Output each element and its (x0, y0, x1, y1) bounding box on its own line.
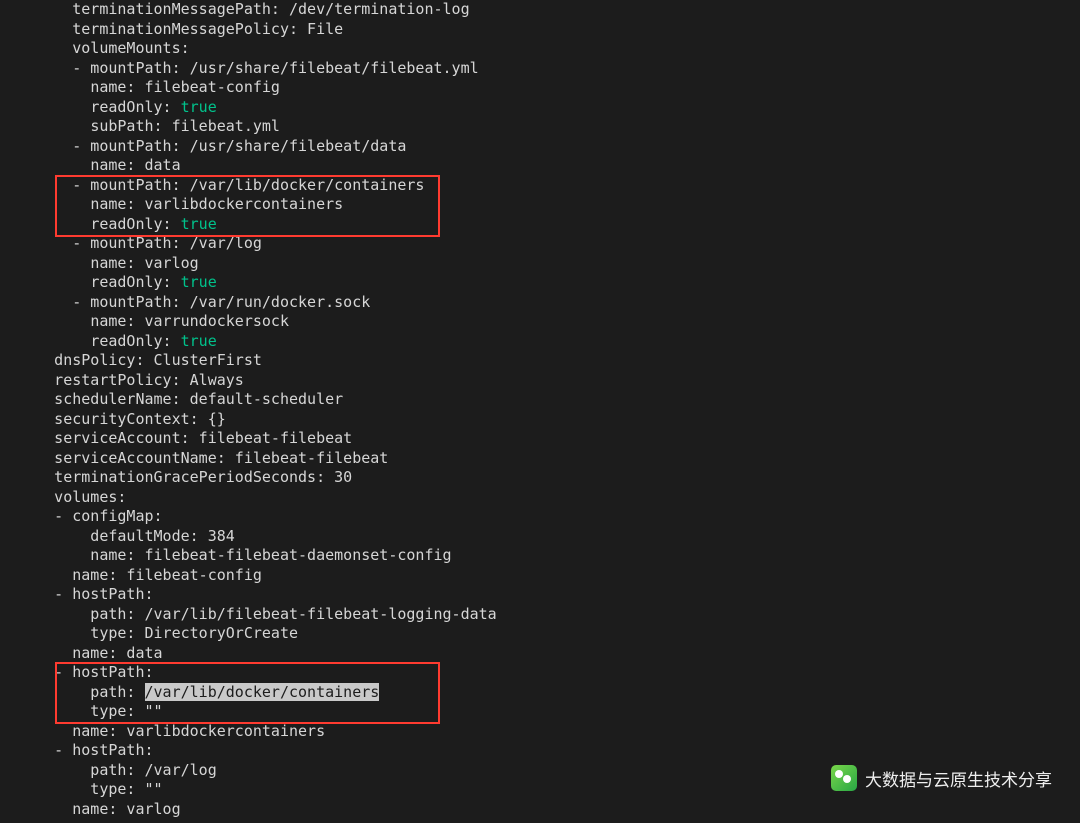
code-line: readOnly: true (0, 273, 217, 291)
code-line: readOnly: true (0, 98, 217, 116)
code-line: - hostPath: (0, 585, 154, 603)
code-line: terminationGracePeriodSeconds: 30 (0, 468, 352, 486)
code-line: path: /var/lib/docker/containers (0, 683, 379, 701)
keyword-true: true (181, 332, 217, 350)
code-line: - mountPath: /var/log (0, 234, 262, 252)
code-line: name: data (0, 644, 163, 662)
code-line: - hostPath: (0, 663, 154, 681)
code-line: - mountPath: /usr/share/filebeat/data (0, 137, 406, 155)
code-line: - hostPath: (0, 741, 154, 759)
code-line: name: varlog (0, 254, 199, 272)
code-line: serviceAccount: filebeat-filebeat (0, 429, 352, 447)
code-line: volumes: (0, 488, 126, 506)
code-line: volumeMounts: (0, 39, 190, 57)
code-line: type: "" (0, 780, 163, 798)
keyword-true: true (181, 215, 217, 233)
keyword-true: true (181, 273, 217, 291)
code-line: - mountPath: /var/lib/docker/containers (0, 176, 424, 194)
code-line: readOnly: true (0, 215, 217, 233)
code-line: path: /var/log (0, 761, 217, 779)
code-line: serviceAccountName: filebeat-filebeat (0, 449, 388, 467)
code-line: type: DirectoryOrCreate (0, 624, 298, 642)
code-line: schedulerName: default-scheduler (0, 390, 343, 408)
yaml-code-block: terminationMessagePath: /dev/termination… (0, 0, 497, 819)
code-line: - mountPath: /usr/share/filebeat/filebea… (0, 59, 479, 77)
code-line: name: varlibdockercontainers (0, 722, 325, 740)
code-line: subPath: filebeat.yml (0, 117, 280, 135)
code-line: terminationMessagePath: /dev/termination… (0, 0, 470, 18)
code-line: name: varlog (0, 800, 181, 818)
watermark: 大数据与云原生技术分享 (831, 765, 1052, 791)
code-line: defaultMode: 384 (0, 527, 235, 545)
code-line: securityContext: {} (0, 410, 226, 428)
code-line: path: /var/lib/filebeat-filebeat-logging… (0, 605, 497, 623)
code-line: readOnly: true (0, 332, 217, 350)
code-line: type: "" (0, 702, 163, 720)
code-line: name: filebeat-config (0, 78, 280, 96)
watermark-text: 大数据与云原生技术分享 (865, 766, 1052, 791)
code-line: dnsPolicy: ClusterFirst (0, 351, 262, 369)
code-line: name: data (0, 156, 181, 174)
code-line: - mountPath: /var/run/docker.sock (0, 293, 370, 311)
keyword-true: true (181, 98, 217, 116)
code-line: name: filebeat-filebeat-daemonset-config (0, 546, 452, 564)
code-line: name: varlibdockercontainers (0, 195, 343, 213)
wechat-icon (831, 765, 857, 791)
code-line: name: varrundockersock (0, 312, 289, 330)
code-line: name: filebeat-config (0, 566, 262, 584)
selected-text: /var/lib/docker/containers (145, 683, 380, 701)
code-line: terminationMessagePolicy: File (0, 20, 343, 38)
code-line: restartPolicy: Always (0, 371, 244, 389)
code-line: - configMap: (0, 507, 163, 525)
